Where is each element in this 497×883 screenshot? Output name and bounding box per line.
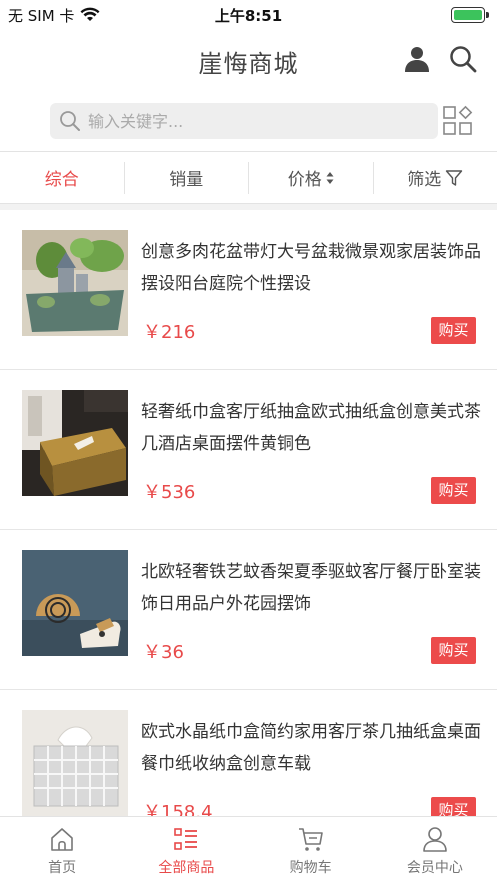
product-title[interactable]: 轻奢纸巾盒客厅纸抽盒欧式抽纸盒创意美式茶几酒店桌面摆件黄铜色 bbox=[141, 396, 481, 460]
product-title[interactable]: 创意多肉花盆带灯大号盆栽微景观家居装饰品摆设阳台庭院个性摆设 bbox=[141, 236, 481, 300]
product-item[interactable]: 轻奢纸巾盒客厅纸抽盒欧式抽纸盒创意美式茶几酒店桌面摆件黄铜色 ￥536 购买 bbox=[0, 370, 497, 530]
filter-comprehensive[interactable]: 综合 bbox=[0, 161, 125, 194]
buy-button[interactable]: 购买 bbox=[431, 317, 476, 344]
user-icon bbox=[423, 827, 447, 852]
carrier-label: 无 SIM 卡 bbox=[8, 6, 75, 25]
buy-button[interactable]: 购买 bbox=[431, 477, 476, 504]
status-left: 无 SIM 卡 bbox=[8, 5, 100, 26]
filter-price[interactable]: 价格 bbox=[249, 161, 374, 194]
filter-screen[interactable]: 筛选 bbox=[374, 162, 497, 194]
sort-arrows-icon bbox=[326, 171, 334, 184]
product-price: ￥216 bbox=[143, 322, 196, 343]
filter-label: 筛选 bbox=[407, 170, 442, 190]
filter-label: 价格 bbox=[287, 170, 322, 190]
home-icon bbox=[51, 828, 73, 851]
search-icon[interactable] bbox=[448, 44, 478, 74]
product-price: ￥36 bbox=[143, 642, 184, 663]
tab-home[interactable]: 首页 bbox=[0, 817, 124, 883]
nav-bar: 崖悔商城 bbox=[0, 30, 497, 92]
tab-bar: 首页 全部商品 购物车 会员中心 bbox=[0, 816, 497, 883]
search-icon bbox=[60, 111, 80, 131]
product-price: ￥158.4 bbox=[143, 802, 213, 816]
search-box[interactable] bbox=[50, 103, 438, 139]
filter-bar: 综合 销量 价格 筛选 bbox=[0, 151, 497, 204]
filter-sales[interactable]: 销量 bbox=[125, 161, 249, 194]
tab-label: 全部商品 bbox=[158, 860, 215, 876]
status-bar: 无 SIM 卡 上午8:51 bbox=[0, 0, 497, 30]
search-input[interactable] bbox=[88, 111, 408, 131]
mosquito-coil-holder-image[interactable] bbox=[22, 550, 128, 656]
product-item[interactable]: 欧式水晶纸巾盒简约家用客厅茶几抽纸盒桌面餐巾纸收纳盒创意车载 ￥158.4 购买 bbox=[0, 690, 497, 816]
tab-cart[interactable]: 购物车 bbox=[249, 817, 373, 883]
list-icon bbox=[174, 828, 198, 850]
tab-label: 首页 bbox=[48, 860, 77, 876]
buy-button[interactable]: 购买 bbox=[431, 797, 476, 816]
user-icon[interactable] bbox=[402, 44, 432, 74]
product-item[interactable]: 创意多肉花盆带灯大号盆栽微景观家居装饰品摆设阳台庭院个性摆设 ￥216 购买 bbox=[0, 210, 497, 370]
succulent-planter-image[interactable] bbox=[22, 230, 128, 336]
product-item[interactable]: 北欧轻奢铁艺蚊香架夏季驱蚊客厅餐厅卧室装饰日用品户外花园摆饰 ￥36 购买 bbox=[0, 530, 497, 690]
funnel-icon bbox=[446, 169, 463, 186]
category-grid-icon[interactable] bbox=[441, 104, 475, 138]
tab-label: 购物车 bbox=[289, 860, 332, 876]
cart-icon bbox=[298, 828, 323, 851]
battery-icon bbox=[451, 7, 489, 23]
filter-label: 销量 bbox=[169, 170, 204, 190]
product-list: 创意多肉花盆带灯大号盆栽微景观家居装饰品摆设阳台庭院个性摆设 ￥216 购买 轻… bbox=[0, 210, 497, 816]
buy-button[interactable]: 购买 bbox=[431, 637, 476, 664]
product-price: ￥536 bbox=[143, 482, 196, 503]
search-row bbox=[0, 92, 497, 150]
product-title[interactable]: 欧式水晶纸巾盒简约家用客厅茶几抽纸盒桌面餐巾纸收纳盒创意车载 bbox=[141, 716, 481, 780]
crystal-tissue-box-image[interactable] bbox=[22, 710, 128, 816]
tab-member-center[interactable]: 会员中心 bbox=[373, 817, 497, 883]
filter-label: 综合 bbox=[44, 170, 79, 190]
product-title[interactable]: 北欧轻奢铁艺蚊香架夏季驱蚊客厅餐厅卧室装饰日用品户外花园摆饰 bbox=[141, 556, 481, 620]
tab-label: 会员中心 bbox=[406, 860, 463, 876]
tab-all-products[interactable]: 全部商品 bbox=[124, 817, 248, 883]
wifi-icon bbox=[80, 7, 100, 21]
tissue-box-image[interactable] bbox=[22, 390, 128, 496]
